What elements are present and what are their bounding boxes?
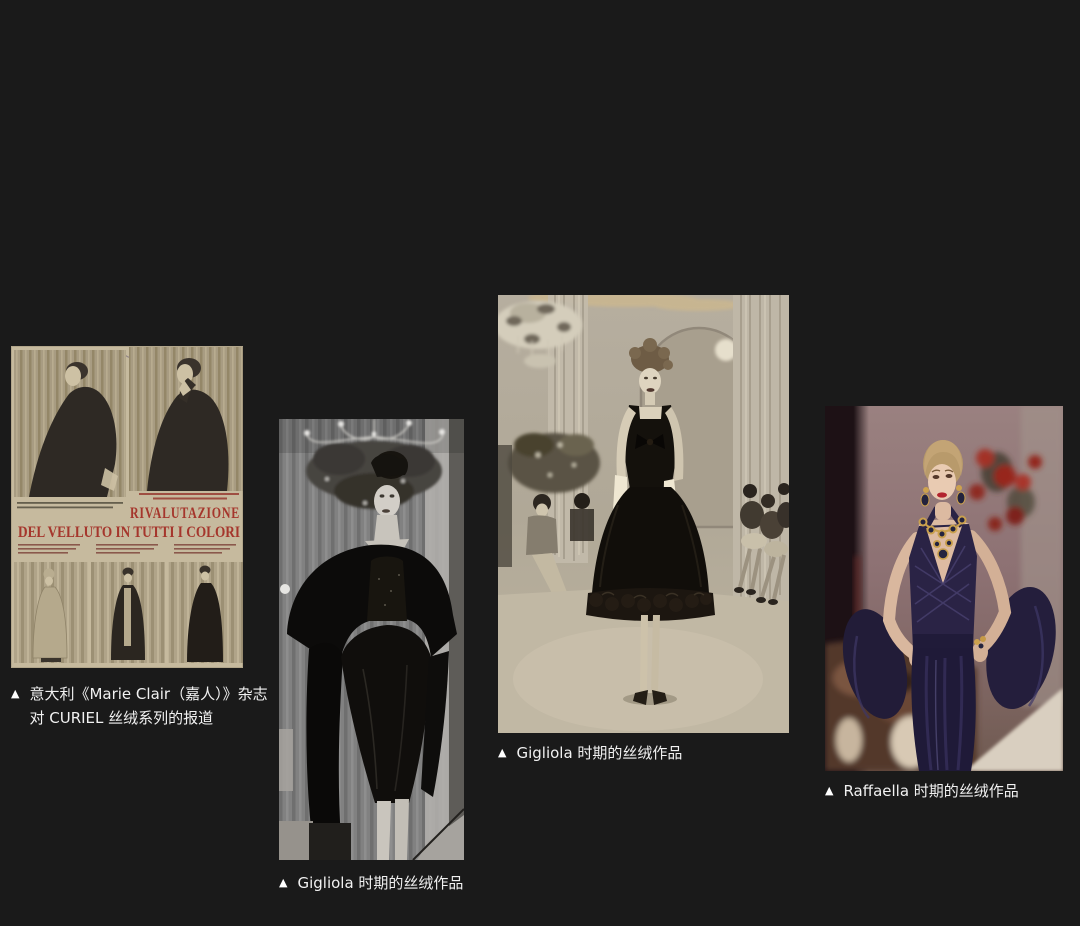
raffaella-photo-art: [825, 406, 1063, 771]
caption-line: 对 CURIEL 丝绒系列的报道: [29, 706, 267, 730]
triangle-up-icon: ▲: [279, 872, 287, 894]
caption-line: 意大利《Marie Clair（嘉人）》杂志: [29, 682, 267, 706]
caption-magazine: ▲ 意大利《Marie Clair（嘉人）》杂志 对 CURIEL 丝绒系列的报…: [11, 682, 243, 730]
caption-gigliola-1: ▲ Gigliola 时期的丝绒作品: [279, 872, 464, 894]
caption-line: Raffaella 时期的丝绒作品: [843, 780, 1018, 802]
caption-line: Gigliola 时期的丝绒作品: [297, 872, 463, 894]
page-background: RIVALUTAZIONE DEL VELLUTO IN TUTTI I COL…: [0, 0, 1080, 926]
gigliola-photo-2: [498, 295, 789, 733]
gigliola-photo-1-art: [279, 419, 464, 860]
figure-gigliola-1: ▲ Gigliola 时期的丝绒作品: [279, 419, 464, 894]
magazine-headline-line1: RIVALUTAZIONE: [130, 505, 240, 522]
triangle-up-icon: ▲: [498, 742, 506, 764]
triangle-up-icon: ▲: [11, 682, 19, 706]
caption-gigliola-2: ▲ Gigliola 时期的丝绒作品: [498, 742, 789, 764]
magazine-scan-art: RIVALUTAZIONE DEL VELLUTO IN TUTTI I COL…: [11, 346, 243, 668]
figure-raffaella: ▲ Raffaella 时期的丝绒作品: [825, 406, 1063, 802]
figure-magazine-scan: RIVALUTAZIONE DEL VELLUTO IN TUTTI I COL…: [11, 346, 243, 730]
gigliola-photo-1: [279, 419, 464, 860]
raffaella-photo: [825, 406, 1063, 771]
caption-line: Gigliola 时期的丝绒作品: [516, 742, 682, 764]
magazine-scan-image: RIVALUTAZIONE DEL VELLUTO IN TUTTI I COL…: [11, 346, 243, 668]
caption-raffaella: ▲ Raffaella 时期的丝绒作品: [825, 780, 1063, 802]
gigliola-photo-2-art: [498, 295, 789, 733]
figure-gigliola-2: ▲ Gigliola 时期的丝绒作品: [498, 295, 789, 764]
magazine-headline-line2: DEL VELLUTO IN TUTTI I COLORI: [18, 524, 240, 541]
triangle-up-icon: ▲: [825, 780, 833, 802]
